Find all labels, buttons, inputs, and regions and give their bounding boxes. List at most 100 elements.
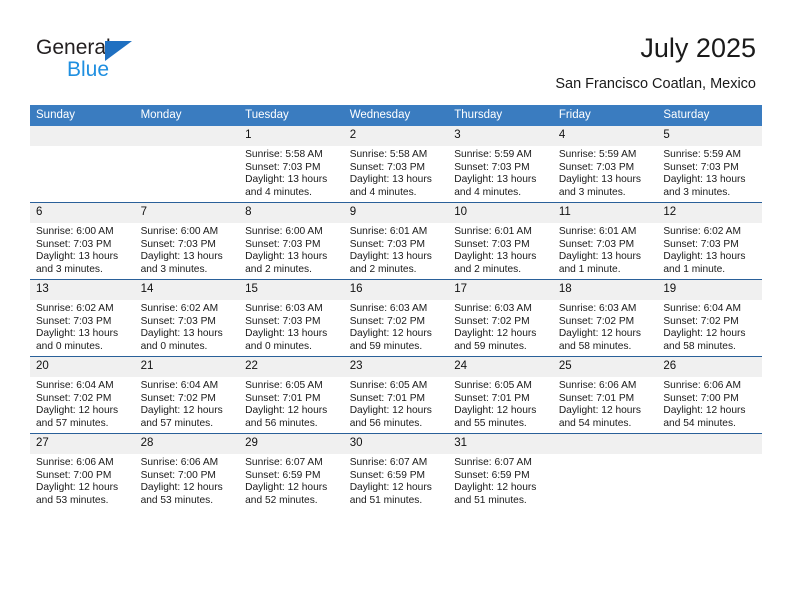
day-number: 18 <box>552 280 658 300</box>
calendar-day-cell[interactable]: 24 Sunrise: 6:05 AM Sunset: 7:01 PM Dayligh… <box>448 356 553 434</box>
calendar-day-cell[interactable]: 8 Sunrise: 6:00 AM Sunset: 7:03 PM Daylight… <box>239 202 344 280</box>
calendar-day-cell[interactable]: 23 Sunrise: 6:05 AM Sunset: 7:01 PM Dayligh… <box>343 356 449 434</box>
day-daylight-text: and 2 minutes. <box>349 263 417 275</box>
day-daylight-text: Daylight: 13 hours <box>663 251 746 263</box>
calendar-day-cell[interactable]: 10 Sunrise: 6:01 AM Sunset: 7:03 PM Dayligh… <box>448 202 553 280</box>
day-daylight-text: and 56 minutes. <box>349 417 423 429</box>
day-sunset-text: Sunset: 7:02 PM <box>36 392 112 404</box>
day-number: 25 <box>552 357 658 377</box>
day-number: 3 <box>448 126 553 146</box>
day-sunrise-text: Sunrise: 6:05 AM <box>454 380 532 391</box>
day-sun-info: Sunrise: 6:00 AM Sunset: 7:03 PM Daylight:… <box>239 223 344 276</box>
calendar-day-cell[interactable]: 1 Sunrise: 5:58 AM Sunset: 7:03 PM Daylight… <box>239 126 344 203</box>
calendar-day-cell[interactable]: 25 Sunrise: 6:06 AM Sunset: 7:01 PM Dayligh… <box>552 356 658 434</box>
day-daylight-text: and 4 minutes. <box>349 186 417 198</box>
day-daylight-text: Daylight: 12 hours <box>349 482 432 494</box>
day-number: 2 <box>343 126 449 146</box>
calendar-grid: Sunday Monday Tuesday Wednesday Thursday… <box>30 105 762 510</box>
calendar-day-cell[interactable]: 17 Sunrise: 6:03 AM Sunset: 7:02 PM Dayligh… <box>448 279 553 357</box>
day-number: 9 <box>343 203 449 223</box>
calendar-day-cell[interactable]: 29 Sunrise: 6:07 AM Sunset: 6:59 PM Dayligh… <box>239 433 344 510</box>
brand-name-general: General <box>36 36 111 59</box>
calendar-day-cell[interactable]: 21 Sunrise: 6:04 AM Sunset: 7:02 PM Dayligh… <box>134 356 240 434</box>
day-sun-info: Sunrise: 6:06 AM Sunset: 7:00 PM Daylight:… <box>657 377 762 430</box>
day-daylight-text: and 59 minutes. <box>349 340 423 352</box>
calendar-day-cell[interactable]: 7 Sunrise: 6:00 AM Sunset: 7:03 PM Daylight… <box>134 202 240 280</box>
calendar-day-cell[interactable]: 14 Sunrise: 6:02 AM Sunset: 7:03 PM Dayligh… <box>134 279 240 357</box>
day-sunset-text: Sunset: 7:03 PM <box>245 315 321 327</box>
day-sunrise-text: Sunrise: 5:59 AM <box>454 149 532 160</box>
day-daylight-text: Daylight: 13 hours <box>558 174 641 186</box>
brand-logo[interactable]: General Blue <box>36 36 276 88</box>
day-daylight-text: Daylight: 12 hours <box>454 482 537 494</box>
day-number: 7 <box>134 203 240 223</box>
day-number: 15 <box>239 280 344 300</box>
calendar-day-cell[interactable]: 18 Sunrise: 6:03 AM Sunset: 7:02 PM Dayligh… <box>552 279 658 357</box>
day-sunset-text: Sunset: 7:03 PM <box>454 238 530 250</box>
day-number: 29 <box>239 434 344 454</box>
day-sun-info: Sunrise: 6:00 AM Sunset: 7:03 PM Daylight:… <box>135 223 240 276</box>
calendar-day-cell-empty <box>657 433 762 510</box>
day-sunset-text: Sunset: 7:03 PM <box>36 238 112 250</box>
day-daylight-text: Daylight: 13 hours <box>349 174 432 186</box>
calendar-day-cell[interactable]: 22 Sunrise: 6:05 AM Sunset: 7:01 PM Dayligh… <box>239 356 344 434</box>
day-sunset-text: Sunset: 7:01 PM <box>245 392 321 404</box>
weekday-header-friday: Friday <box>552 105 658 126</box>
day-sunset-text: Sunset: 7:03 PM <box>454 161 530 173</box>
day-daylight-text: Daylight: 12 hours <box>663 328 746 340</box>
calendar-day-cell[interactable]: 6 Sunrise: 6:00 AM Sunset: 7:03 PM Daylight… <box>30 202 135 280</box>
day-sunrise-text: Sunrise: 6:01 AM <box>558 226 637 237</box>
day-daylight-text: and 0 minutes. <box>140 340 208 352</box>
day-daylight-text: and 2 minutes. <box>454 263 522 275</box>
day-daylight-text: and 3 minutes. <box>36 263 103 275</box>
day-number: 6 <box>30 203 135 223</box>
location-subtitle: San Francisco Coatlan, Mexico <box>555 76 756 92</box>
calendar-day-cell[interactable]: 13 Sunrise: 6:02 AM Sunset: 7:03 PM Dayligh… <box>30 279 135 357</box>
day-daylight-text: and 0 minutes. <box>245 340 312 352</box>
calendar-day-cell[interactable]: 2 Sunrise: 5:58 AM Sunset: 7:03 PM Daylight… <box>343 126 449 203</box>
calendar-day-cell[interactable]: 12 Sunrise: 6:02 AM Sunset: 7:03 PM Dayligh… <box>657 202 762 280</box>
day-daylight-text: Daylight: 12 hours <box>558 328 641 340</box>
calendar-day-cell[interactable]: 9 Sunrise: 6:01 AM Sunset: 7:03 PM Daylight… <box>343 202 449 280</box>
calendar-week-row: 6 Sunrise: 6:00 AM Sunset: 7:03 PM Daylight… <box>30 202 762 280</box>
calendar-day-cell[interactable]: 15 Sunrise: 6:03 AM Sunset: 7:03 PM Dayligh… <box>239 279 344 357</box>
day-sunrise-text: Sunrise: 6:01 AM <box>454 226 532 237</box>
day-sunset-text: Sunset: 7:03 PM <box>663 161 739 173</box>
day-sunrise-text: Sunrise: 6:07 AM <box>349 457 428 468</box>
calendar-day-cell-empty <box>134 126 240 203</box>
calendar-day-cell[interactable]: 5 Sunrise: 5:59 AM Sunset: 7:03 PM Daylight… <box>657 126 762 203</box>
day-sun-info: Sunrise: 6:01 AM Sunset: 7:03 PM Daylight:… <box>448 223 553 276</box>
page-title: July 2025 <box>640 33 756 63</box>
calendar-day-cell[interactable]: 20 Sunrise: 6:04 AM Sunset: 7:02 PM Dayligh… <box>30 356 135 434</box>
day-number: 12 <box>657 203 762 223</box>
day-daylight-text: and 3 minutes. <box>558 186 626 198</box>
calendar-day-cell[interactable]: 11 Sunrise: 6:01 AM Sunset: 7:03 PM Dayligh… <box>552 202 658 280</box>
day-sunrise-text: Sunrise: 6:07 AM <box>245 457 323 468</box>
day-daylight-text: and 3 minutes. <box>663 186 731 198</box>
day-daylight-text: and 55 minutes. <box>454 417 527 429</box>
calendar-day-cell[interactable]: 19 Sunrise: 6:04 AM Sunset: 7:02 PM Dayligh… <box>657 279 762 357</box>
day-sunrise-text: Sunrise: 6:00 AM <box>36 226 114 237</box>
calendar-day-cell[interactable]: 31 Sunrise: 6:07 AM Sunset: 6:59 PM Dayligh… <box>448 433 553 510</box>
calendar-day-cell[interactable]: 28 Sunrise: 6:06 AM Sunset: 7:00 PM Dayligh… <box>134 433 240 510</box>
calendar-day-cell[interactable]: 30 Sunrise: 6:07 AM Sunset: 6:59 PM Dayligh… <box>343 433 449 510</box>
day-sunset-text: Sunset: 7:02 PM <box>558 315 635 327</box>
day-sunrise-text: Sunrise: 6:06 AM <box>36 457 114 468</box>
day-sunset-text: Sunset: 7:03 PM <box>349 238 426 250</box>
day-sun-info: Sunrise: 5:59 AM Sunset: 7:03 PM Daylight:… <box>553 146 658 199</box>
day-sunrise-text: Sunrise: 6:03 AM <box>454 303 532 314</box>
day-daylight-text: Daylight: 13 hours <box>454 251 537 263</box>
day-sun-info: Sunrise: 6:06 AM Sunset: 7:00 PM Daylight:… <box>30 454 135 507</box>
day-daylight-text: Daylight: 12 hours <box>140 482 223 494</box>
calendar-day-cell[interactable]: 26 Sunrise: 6:06 AM Sunset: 7:00 PM Dayligh… <box>657 356 762 434</box>
day-daylight-text: and 59 minutes. <box>454 340 527 352</box>
day-daylight-text: Daylight: 12 hours <box>36 405 119 417</box>
day-number <box>657 434 762 454</box>
calendar-week-row: 20 Sunrise: 6:04 AM Sunset: 7:02 PM Dayligh… <box>30 356 762 434</box>
calendar-day-cell[interactable]: 3 Sunrise: 5:59 AM Sunset: 7:03 PM Daylight… <box>448 126 553 203</box>
day-number: 28 <box>134 434 240 454</box>
calendar-day-cell[interactable]: 27 Sunrise: 6:06 AM Sunset: 7:00 PM Dayligh… <box>30 433 135 510</box>
calendar-day-cell[interactable]: 4 Sunrise: 5:59 AM Sunset: 7:03 PM Daylight… <box>552 126 658 203</box>
day-sun-info: Sunrise: 6:02 AM Sunset: 7:03 PM Daylight:… <box>30 300 135 353</box>
calendar-day-cell[interactable]: 16 Sunrise: 6:03 AM Sunset: 7:02 PM Dayligh… <box>343 279 449 357</box>
